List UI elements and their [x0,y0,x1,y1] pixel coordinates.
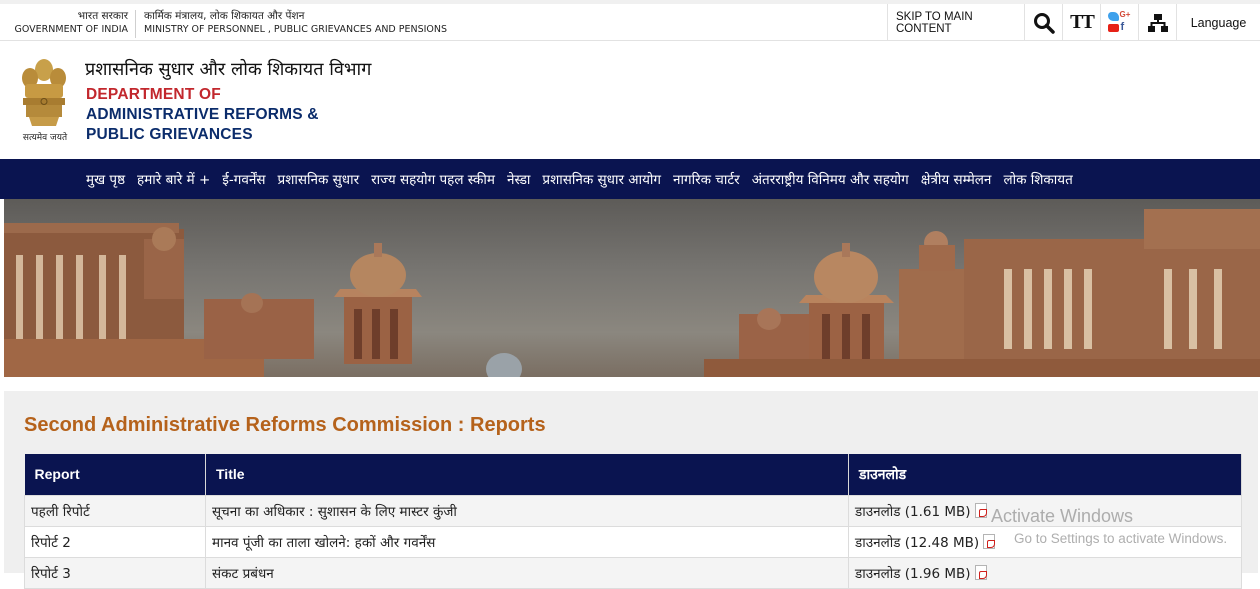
dept-line-3: PUBLIC GRIEVANCES [86,126,253,143]
site-header: सत्यमेव जयते प्रशासनिक सुधार और लोक शिका… [0,41,1260,159]
ministry-name: कार्मिक मंत्रालय, लोक शिकायत और पेंशन MI… [144,10,447,36]
nav-item-arc[interactable]: प्रशासनिक सुधार आयोग [542,170,661,188]
nav-item-nesda[interactable]: नेस्डा [507,170,530,188]
nav-item-administrative-reforms[interactable]: प्रशासनिक सुधार [278,170,360,188]
search-button[interactable] [1024,4,1062,41]
gov-hindi: भारत सरकार [77,10,128,22]
main-navigation: मुख पृष्ठ हमारे बारे में + ई-गवर्नेंस प्… [0,159,1260,199]
pdf-icon[interactable] [974,502,987,518]
skip-to-main-content-link[interactable]: SKIP TO MAIN CONTENT [887,4,1024,41]
nav-item-about-us[interactable]: हमारे बारे में + [137,170,210,188]
top-utility-bar: भारत सरकार GOVERNMENT OF INDIA कार्मिक म… [0,0,1260,41]
divider [135,10,136,38]
download-link[interactable]: डाउनलोड (1.96 MB) [855,566,971,582]
table-header-row: Report Title डाउनलोड [24,454,1242,495]
activate-windows-watermark: Activate Windows [991,506,1134,526]
nav-item-public-grievances[interactable]: लोक शिकायत [1003,170,1072,188]
column-header-title: Title [205,454,849,495]
pdf-icon[interactable] [974,564,987,580]
nav-item-state-collaborative-initiative[interactable]: राज्य सहयोग पहल स्कीम [371,170,495,188]
language-selector[interactable]: Language [1176,4,1260,41]
header-banner-image [4,199,1260,377]
text-size-icon: TT [1070,11,1095,33]
pdf-icon[interactable] [983,533,996,549]
nav-item-citizen-charter[interactable]: नागरिक चार्टर [673,170,740,188]
title-cell: मानव पूंजी का ताला खोलने: हकों और गवर्ने… [205,525,849,558]
ministry-hindi: कार्मिक मंत्रालय, लोक शिकायत और पेंशन [144,10,305,22]
sitemap-icon [1147,13,1168,32]
nav-item-e-governance[interactable]: ई-गवर्नेंस [222,170,265,188]
column-header-report: Report [24,454,206,495]
government-of-india: भारत सरकार GOVERNMENT OF INDIA [14,10,129,36]
department-name-hindi[interactable]: प्रशासनिक सुधार और लोक शिकायत विभाग [85,57,371,81]
text-size-button[interactable]: TT [1062,4,1100,41]
social-media-button[interactable]: G+ f [1100,4,1138,41]
emblem-caption: सत्यमेव जयते [22,133,68,143]
gov-english: GOVERNMENT OF INDIA [14,24,129,35]
sitemap-button[interactable] [1138,4,1176,41]
title-cell: सूचना का अधिकार : सुशासन के लिए मास्टर क… [205,494,849,527]
page-title: Second Administrative Reforms Commission… [24,414,546,436]
download-link[interactable]: डाउनलोड (12.48 MB) [855,535,979,551]
download-link[interactable]: डाउनलोड (1.61 MB) [855,504,971,520]
state-emblem[interactable] [14,54,74,140]
activate-windows-hint: Go to Settings to activate Windows. [1014,531,1228,546]
dept-line-2: ADMINISTRATIVE REFORMS & [86,106,319,123]
nav-item-regional-conferences[interactable]: क्षेत्रीय सम्मेलन [921,170,992,188]
ministry-english: MINISTRY OF PERSONNEL , PUBLIC GRIEVANCE… [144,24,448,35]
report-cell: रिपोर्ट 2 [24,525,206,558]
nav-item-home[interactable]: मुख पृष्ठ [86,170,125,188]
column-header-download: डाउनलोड [848,454,1242,495]
search-icon [1033,12,1055,34]
report-cell: पहली रिपोर्ट [24,494,206,527]
top-utility-actions: SKIP TO MAIN CONTENT TT G+ f Language [887,4,1260,41]
nav-item-international-exchange[interactable]: अंतरराष्ट्रीय विनिमय और सहयोग [752,170,909,188]
dept-line-1: DEPARTMENT OF [86,86,221,103]
social-media-icon: G+ f [1107,10,1132,34]
department-name-english[interactable]: DEPARTMENT OF ADMINISTRATIVE REFORMS & P… [86,85,319,145]
